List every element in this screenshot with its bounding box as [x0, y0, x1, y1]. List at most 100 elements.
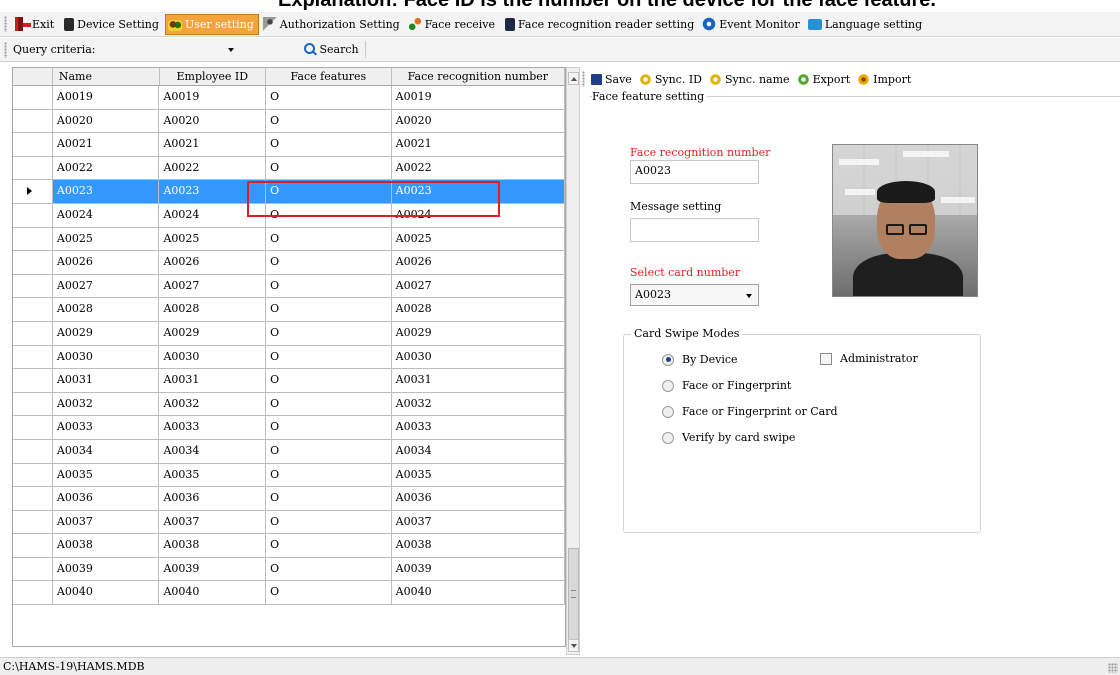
cell-face-recognition-number[interactable]: A0027: [392, 274, 565, 298]
table-row[interactable]: A0031 A0031 O A0031: [13, 369, 565, 393]
cell-employee-id[interactable]: A0022: [159, 156, 267, 180]
query-criteria-dropdown[interactable]: [109, 40, 238, 59]
cell-name[interactable]: A0037: [53, 510, 160, 534]
cell-name[interactable]: A0040: [53, 581, 160, 605]
cell-face-features[interactable]: O: [266, 581, 392, 605]
cell-employee-id[interactable]: A0029: [159, 321, 267, 345]
cell-face-recognition-number[interactable]: A0025: [392, 227, 565, 251]
row-header[interactable]: [13, 203, 53, 227]
cell-employee-id[interactable]: A0024: [159, 203, 267, 227]
menu-reader-setting[interactable]: Face recognition reader setting: [501, 14, 698, 35]
cell-face-recognition-number[interactable]: A0029: [392, 321, 565, 345]
table-row[interactable]: A0022 A0022 O A0022: [13, 156, 565, 181]
cell-employee-id[interactable]: A0037: [159, 510, 267, 534]
card-number-select[interactable]: A0023: [630, 284, 759, 306]
table-row[interactable]: A0036 A0036 O A0036: [13, 487, 565, 511]
scroll-thumb[interactable]: [568, 548, 579, 640]
table-row[interactable]: A0020 A0020 O A0020: [13, 109, 565, 134]
row-header[interactable]: [13, 487, 53, 510]
menu-authorization-setting[interactable]: Authorization Setting: [261, 14, 404, 35]
table-row[interactable]: A0040 A0040 O A0040: [13, 581, 565, 606]
cell-face-features[interactable]: O: [266, 109, 392, 133]
cell-face-features[interactable]: O: [266, 298, 392, 321]
scroll-up-button[interactable]: [568, 72, 579, 85]
cell-employee-id[interactable]: A0038: [159, 534, 267, 557]
table-row[interactable]: A0019 A0019 O A0019: [13, 86, 565, 110]
table-row[interactable]: A0037 A0037 O A0037: [13, 510, 565, 535]
mode-face-or-fingerprint-or-card[interactable]: Face or Fingerprint or Card: [662, 405, 838, 418]
cell-employee-id[interactable]: A0035: [159, 463, 267, 487]
cell-name[interactable]: A0031: [53, 369, 160, 392]
cell-face-features[interactable]: O: [266, 251, 392, 274]
cell-face-recognition-number[interactable]: A0028: [392, 298, 565, 321]
cell-name[interactable]: A0025: [53, 227, 160, 251]
row-header[interactable]: [13, 180, 53, 203]
table-row[interactable]: A0032 A0032 O A0032: [13, 392, 565, 417]
mode-verify-by-card-swipe[interactable]: Verify by card swipe: [662, 431, 795, 444]
cell-face-features[interactable]: O: [266, 534, 392, 557]
cell-employee-id[interactable]: A0027: [159, 274, 267, 298]
cell-name[interactable]: A0033: [53, 416, 160, 439]
cell-name[interactable]: A0022: [53, 156, 160, 180]
import-button[interactable]: Import: [857, 72, 911, 86]
cell-face-features[interactable]: O: [266, 274, 392, 298]
column-header-employee-id[interactable]: Employee ID: [160, 68, 267, 85]
table-row[interactable]: A0024 A0024 O A0024: [13, 203, 565, 228]
cell-face-features[interactable]: O: [266, 345, 392, 369]
cell-face-features[interactable]: O: [266, 392, 392, 416]
toolbar-grip[interactable]: [4, 16, 7, 32]
cell-face-recognition-number[interactable]: A0026: [392, 251, 565, 274]
cell-employee-id[interactable]: A0033: [159, 416, 267, 439]
cell-face-recognition-number[interactable]: A0040: [392, 581, 565, 605]
cell-employee-id[interactable]: A0020: [159, 109, 267, 133]
cell-name[interactable]: A0020: [53, 109, 160, 133]
cell-face-recognition-number[interactable]: A0039: [392, 557, 565, 581]
cell-face-features[interactable]: O: [266, 86, 392, 109]
row-header[interactable]: [13, 416, 53, 439]
cell-name[interactable]: A0028: [53, 298, 160, 321]
cell-face-recognition-number[interactable]: A0034: [392, 439, 565, 463]
cell-name[interactable]: A0030: [53, 345, 160, 369]
table-row[interactable]: A0029 A0029 O A0029: [13, 321, 565, 346]
row-header[interactable]: [13, 345, 53, 369]
cell-face-features[interactable]: O: [266, 180, 392, 203]
cell-name[interactable]: A0027: [53, 274, 160, 298]
row-header[interactable]: [13, 133, 53, 156]
save-button[interactable]: Save: [591, 73, 632, 86]
cell-face-features[interactable]: O: [266, 369, 392, 392]
menu-event-monitor[interactable]: Event Monitor: [700, 14, 804, 35]
cell-face-recognition-number[interactable]: A0020: [392, 109, 565, 133]
sync-id-button[interactable]: Sync. ID: [638, 72, 702, 86]
cell-employee-id[interactable]: A0023: [159, 180, 267, 203]
menu-language-setting[interactable]: Language setting: [806, 14, 926, 35]
menu-user-setting[interactable]: User setting: [164, 13, 259, 35]
cell-employee-id[interactable]: A0039: [159, 557, 267, 581]
cell-face-features[interactable]: O: [266, 416, 392, 439]
table-row[interactable]: A0038 A0038 O A0038: [13, 534, 565, 558]
cell-face-features[interactable]: O: [266, 463, 392, 487]
toolbar-grip[interactable]: [582, 71, 585, 87]
resize-grip[interactable]: [1108, 663, 1118, 673]
sync-name-button[interactable]: Sync. name: [708, 72, 790, 86]
grid-scrollbar[interactable]: [566, 67, 580, 655]
cell-employee-id[interactable]: A0036: [159, 487, 267, 510]
row-header[interactable]: [13, 369, 53, 392]
cell-name[interactable]: A0039: [53, 557, 160, 581]
column-header-name[interactable]: Name: [53, 68, 160, 85]
cell-employee-id[interactable]: A0040: [159, 581, 267, 605]
table-row[interactable]: A0026 A0026 O A0026: [13, 251, 565, 275]
cell-employee-id[interactable]: A0028: [159, 298, 267, 321]
cell-name[interactable]: A0036: [53, 487, 160, 510]
message-setting-field[interactable]: [630, 218, 759, 242]
cell-face-features[interactable]: O: [266, 439, 392, 463]
row-header[interactable]: [13, 86, 53, 109]
cell-name[interactable]: A0019: [53, 86, 160, 109]
export-button[interactable]: Export: [796, 72, 850, 86]
cell-name[interactable]: A0035: [53, 463, 160, 487]
cell-face-recognition-number[interactable]: A0030: [392, 345, 565, 369]
table-row[interactable]: A0023 A0023 O A0023: [13, 180, 565, 204]
cell-employee-id[interactable]: A0026: [159, 251, 267, 274]
table-row[interactable]: A0035 A0035 O A0035: [13, 463, 565, 488]
cell-employee-id[interactable]: A0030: [159, 345, 267, 369]
row-header[interactable]: [13, 109, 53, 133]
